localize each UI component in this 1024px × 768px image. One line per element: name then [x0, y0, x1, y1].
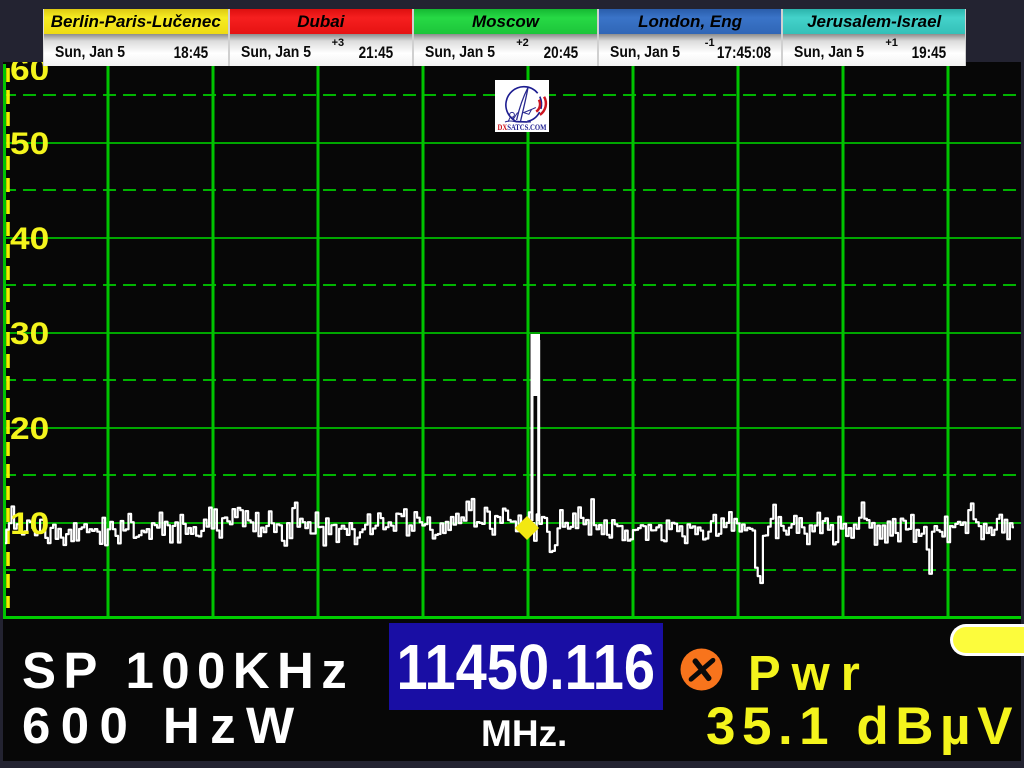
svg-text:DXSATCS.COM: DXSATCS.COM [498, 122, 547, 132]
